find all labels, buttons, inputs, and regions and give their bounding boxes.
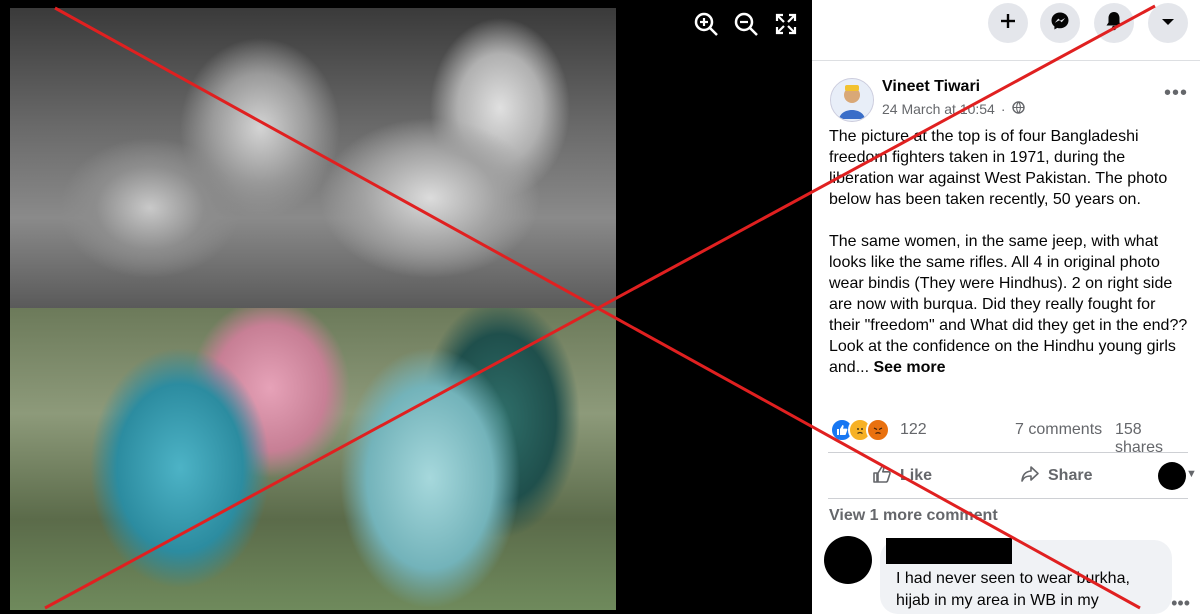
post-body: The picture at the top is of four Bangla… [829,126,1189,399]
redacted-commenter-avatar[interactable] [824,536,872,584]
redacted-commenter-name [886,538,1012,564]
fullscreen-icon[interactable] [772,10,800,38]
audience-caret-icon[interactable]: ▼ [1186,468,1197,480]
angry-reaction-icon [866,418,890,442]
share-arrow-icon [1020,464,1040,489]
dot-separator: · [1000,101,1006,117]
post-header: Vineet Tiwari 24 March at 10:54 · ••• [828,76,1188,122]
post-actions: Like Share ▼ [828,456,1197,496]
messenger-icon [1050,11,1070,36]
zoom-in-icon[interactable] [692,10,720,38]
messenger-button[interactable] [1040,3,1080,43]
account-menu-button[interactable] [1148,3,1188,43]
author-avatar[interactable] [830,78,874,122]
post-meta: 24 March at 10:54 · [882,101,1025,117]
view-more-comments-link[interactable]: View 1 more comment [829,507,998,525]
post-photo[interactable] [10,8,616,610]
reactions-bar: 122 7 comments 158 shares [830,418,1192,456]
bell-icon [1105,11,1123,36]
thumbs-up-icon [872,464,892,489]
post-panel: Vineet Tiwari 24 March at 10:54 · ••• Th… [812,0,1200,614]
reaction-count[interactable]: 122 [900,421,927,439]
actions-bottom-divider [828,498,1188,499]
redacted-profile-selector[interactable] [1158,462,1186,490]
photo-viewer [0,0,812,614]
post-options-icon[interactable]: ••• [1164,82,1188,105]
archival-photo-1971 [10,8,616,308]
comment-options-icon[interactable]: ••• [1171,593,1190,614]
zoom-out-icon[interactable] [732,10,760,38]
comments-count[interactable]: 7 comments [1015,421,1102,439]
post-paragraph-2: The same women, in the same jeep, with w… [829,231,1189,378]
see-more-link[interactable]: See more [873,359,945,376]
plus-icon [999,12,1017,35]
recent-photo [10,308,616,610]
post-paragraph-1: The picture at the top is of four Bangla… [829,128,1168,208]
create-button[interactable] [988,3,1028,43]
viewer-toolbar [692,10,800,38]
caret-down-icon [1161,14,1175,32]
author-name[interactable]: Vineet Tiwari [882,78,980,96]
comment-item: I had never seen to wear burkha, hijab i… [824,536,1200,614]
share-label: Share [1048,467,1093,484]
top-bar [812,0,1200,52]
top-divider [812,60,1200,61]
reaction-icons[interactable] [830,418,890,442]
like-button[interactable]: Like [872,456,932,496]
post-timestamp[interactable]: 24 March at 10:54 [882,101,995,117]
like-label: Like [900,467,933,484]
actions-top-divider [828,452,1188,453]
globe-icon [1011,101,1025,117]
comment-bubble: I had never seen to wear burkha, hijab i… [880,538,1172,614]
post-paragraph-2-text: The same women, in the same jeep, with w… [829,233,1188,376]
share-button[interactable]: Share [1020,456,1092,496]
comment-text: I had never seen to wear burkha, hijab i… [896,570,1130,609]
notifications-button[interactable] [1094,3,1134,43]
